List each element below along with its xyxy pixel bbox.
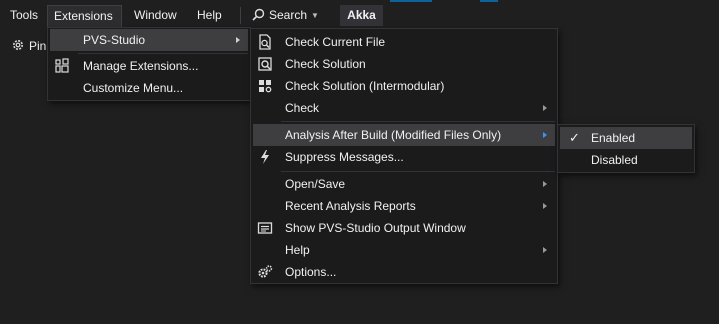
menu-item-label: Manage Extensions... <box>83 59 199 73</box>
menu-separator <box>281 171 555 172</box>
menu-item-check[interactable]: Check <box>253 97 555 119</box>
check-intermodular-icon <box>259 80 272 93</box>
pin-button[interactable]: Pin <box>11 37 46 55</box>
menu-item-label: Check <box>285 101 320 115</box>
gears-icon <box>258 265 273 278</box>
chevron-down-icon: ▼ <box>311 11 319 20</box>
menu-item-show-output-window[interactable]: Show PVS-Studio Output Window <box>253 217 555 239</box>
menu-item-recent-analysis-reports[interactable]: Recent Analysis Reports <box>253 195 555 217</box>
analysis-after-build-menu: ✓ Enabled Disabled <box>557 124 695 173</box>
menu-item-open-save[interactable]: Open/Save <box>253 173 555 195</box>
menu-item-label: Disabled <box>591 153 638 167</box>
menu-item-disabled[interactable]: Disabled <box>560 149 692 171</box>
menu-item-analysis-after-build[interactable]: Analysis After Build (Modified Files Onl… <box>253 124 555 146</box>
menu-separator <box>78 53 248 54</box>
pvs-studio-menu: Check Current File Check Solution Check … <box>250 28 558 284</box>
menu-item-label: Recent Analysis Reports <box>285 199 416 213</box>
menu-item-label: Check Current File <box>285 35 386 49</box>
menu-item-check-solution[interactable]: Check Solution <box>253 53 555 75</box>
menu-item-label: Help <box>285 243 310 257</box>
accent-line <box>390 0 432 2</box>
menubar-divider <box>240 7 241 24</box>
search-label: Search <box>269 8 308 22</box>
check-solution-icon <box>258 57 272 71</box>
menu-item-label: Check Solution (Intermodular) <box>285 79 445 93</box>
menu-item-check-current-file[interactable]: Check Current File <box>253 31 555 53</box>
submenu-arrow-icon <box>543 181 547 187</box>
menu-item-help[interactable]: Help <box>253 239 555 261</box>
menu-item-label: PVS-Studio <box>83 33 146 47</box>
menu-item-enabled[interactable]: ✓ Enabled <box>560 127 692 149</box>
menu-tools[interactable]: Tools <box>10 5 38 26</box>
accent-line <box>480 0 498 2</box>
checkmark-icon: ✓ <box>569 130 580 145</box>
submenu-arrow-icon <box>236 37 240 43</box>
lightning-icon <box>261 150 269 164</box>
gear-icon <box>13 40 23 50</box>
submenu-arrow-icon <box>543 203 547 209</box>
check-file-icon <box>259 34 271 50</box>
menu-item-manage-extensions[interactable]: Manage Extensions... <box>50 55 248 77</box>
menu-item-label: Enabled <box>591 131 636 145</box>
menu-help[interactable]: Help <box>197 5 222 26</box>
menu-item-suppress-messages[interactable]: Suppress Messages... <box>253 146 555 168</box>
menu-extensions[interactable]: Extensions <box>47 5 122 27</box>
menu-window[interactable]: Window <box>134 5 177 26</box>
menu-item-check-solution-intermodular[interactable]: Check Solution (Intermodular) <box>253 75 555 97</box>
menu-item-pvs-studio[interactable]: PVS-Studio <box>50 29 248 51</box>
menu-item-label: Show PVS-Studio Output Window <box>285 221 466 235</box>
solution-name-badge[interactable]: Akka <box>340 5 383 26</box>
output-window-icon <box>257 222 273 234</box>
menu-item-label: Analysis After Build (Modified Files Onl… <box>285 128 502 142</box>
manage-extensions-icon <box>55 58 69 73</box>
extensions-menu: PVS-Studio Manage Extensions... Customiz… <box>47 27 251 101</box>
submenu-arrow-icon <box>543 132 547 138</box>
pin-label: Pin <box>29 39 47 53</box>
submenu-arrow-icon <box>543 105 547 111</box>
menu-item-label: Check Solution <box>285 57 366 71</box>
menu-item-label: Open/Save <box>285 177 346 191</box>
menu-item-label: Options... <box>285 265 337 279</box>
search-icon <box>252 8 265 21</box>
menu-item-label: Suppress Messages... <box>285 150 404 164</box>
menu-separator <box>281 121 555 122</box>
menu-item-options[interactable]: Options... <box>253 261 555 283</box>
menu-item-customize-menu[interactable]: Customize Menu... <box>50 77 248 99</box>
menu-item-label: Customize Menu... <box>83 81 184 95</box>
search-box[interactable]: Search ▼ <box>252 5 319 26</box>
submenu-arrow-icon <box>543 247 547 253</box>
